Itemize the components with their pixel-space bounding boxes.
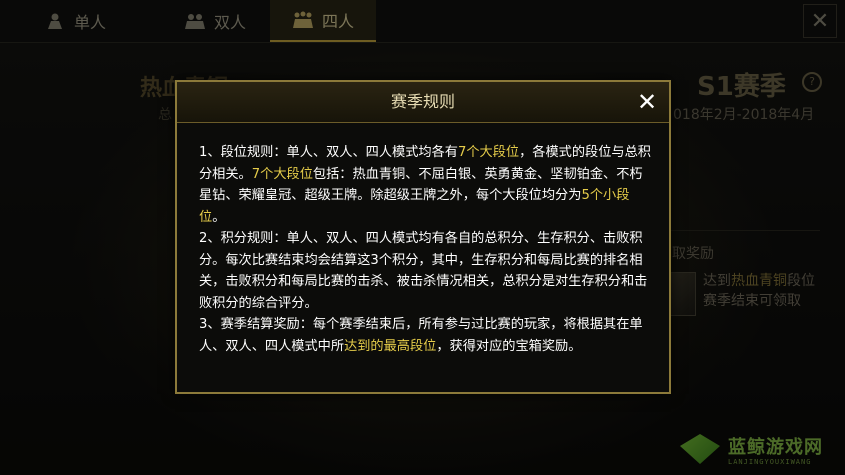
highlight-text: 达到的最高段位	[344, 338, 437, 354]
highlight-text: 7个大段位	[457, 145, 520, 160]
dialog-header: 赛季规则 ✕	[177, 82, 669, 123]
rule-text: 2、积分规则：单人、双人、四人模式均有各自的总积分、生存积分、击败积分。每次比赛…	[199, 231, 648, 311]
rule-paragraph: 3、赛季结算奖励：每个赛季结束后，所有参与过比赛的玩家，将根据其在单人、双人、四…	[199, 314, 651, 357]
rule-paragraph: 1、段位规则：单人、双人、四人模式均各有7个大段位，各模式的段位与总积分相关。7…	[199, 142, 651, 228]
close-icon[interactable]: ✕	[633, 88, 661, 116]
season-rules-dialog: 赛季规则 ✕ 1、段位规则：单人、双人、四人模式均各有7个大段位，各模式的段位与…	[175, 80, 671, 394]
rule-text: 。	[212, 209, 226, 225]
rule-text: ，获得对应的宝箱奖励。	[436, 338, 582, 354]
rule-text: 1、段位规则：单人、双人、四人模式均各有	[199, 145, 458, 160]
rules-text: 1、段位规则：单人、双人、四人模式均各有7个大段位，各模式的段位与总积分相关。7…	[199, 142, 651, 357]
dialog-title: 赛季规则	[390, 92, 455, 111]
rule-paragraph: 2、积分规则：单人、双人、四人模式均有各自的总积分、生存积分、击败积分。每次比赛…	[199, 228, 651, 314]
highlight-text: 7个大段位	[251, 166, 313, 182]
